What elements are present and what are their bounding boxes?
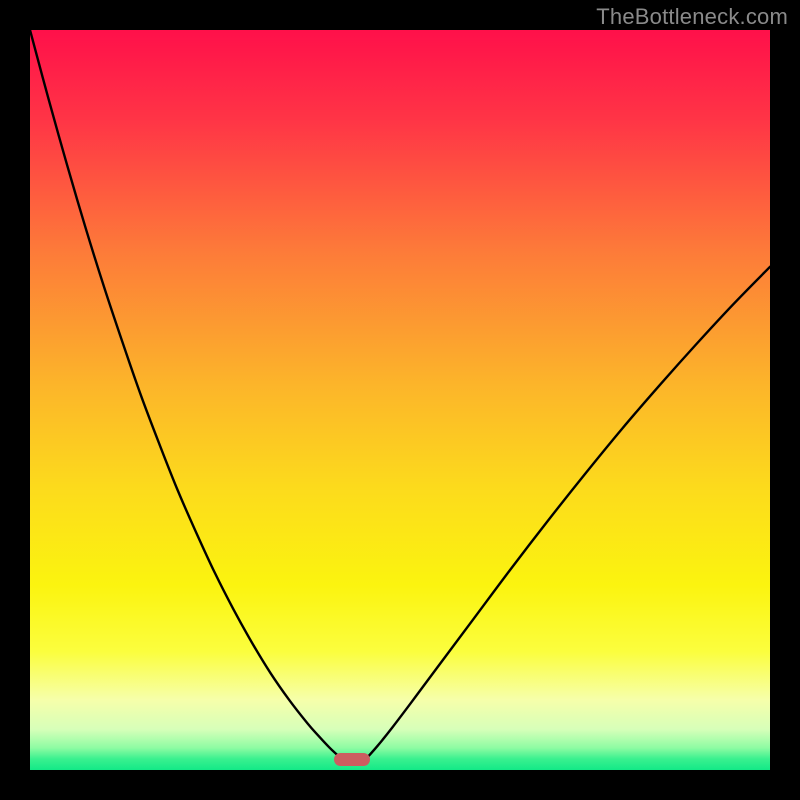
bottleneck-marker [334, 753, 370, 766]
chart-container: TheBottleneck.com [0, 0, 800, 800]
left-curve-path [30, 30, 341, 758]
plot-area [30, 30, 770, 770]
watermark-text: TheBottleneck.com [596, 4, 788, 30]
right-curve-path [367, 267, 770, 758]
curve-layer [30, 30, 770, 770]
